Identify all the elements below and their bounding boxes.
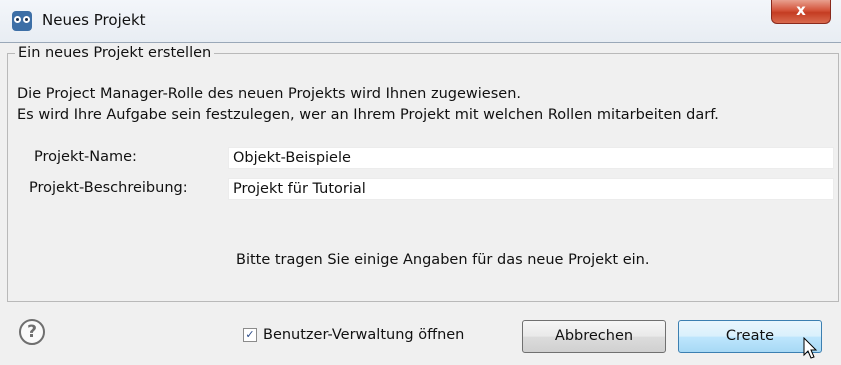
owl-eye-left [14,16,21,23]
open-user-management-label[interactable]: Benutzer-Verwaltung öffnen [263,327,464,343]
description-text: Die Project Manager-Rolle des neuen Proj… [17,84,719,126]
title-bar: Neues Projekt x [0,0,841,42]
window-title: Neues Projekt [42,11,146,29]
owl-app-icon [12,11,32,31]
group-title: Ein neues Projekt erstellen [15,45,215,61]
close-icon: x [796,1,806,19]
owl-eye-right [23,16,30,23]
project-name-input[interactable] [228,147,834,169]
cancel-button[interactable]: Abbrechen [522,320,666,353]
project-name-label: Projekt-Name: [34,149,137,165]
create-button[interactable]: Create [678,320,822,353]
dialog-body: Ein neues Projekt erstellen Die Project … [0,42,841,365]
mouse-cursor-icon [803,337,818,359]
help-icon[interactable]: ? [19,319,45,345]
description-line-2: Es wird Ihre Aufgabe sein festzulegen, w… [17,107,719,123]
close-button[interactable]: x [771,0,831,24]
project-description-input[interactable] [228,178,834,200]
description-line-1: Die Project Manager-Rolle des neuen Proj… [17,86,521,102]
project-description-label: Projekt-Beschreibung: [29,180,188,196]
project-group: Ein neues Projekt erstellen Die Project … [7,45,839,302]
hint-text: Bitte tragen Sie einige Angaben für das … [236,252,650,268]
open-user-management-checkbox[interactable]: ✓ [243,328,257,342]
